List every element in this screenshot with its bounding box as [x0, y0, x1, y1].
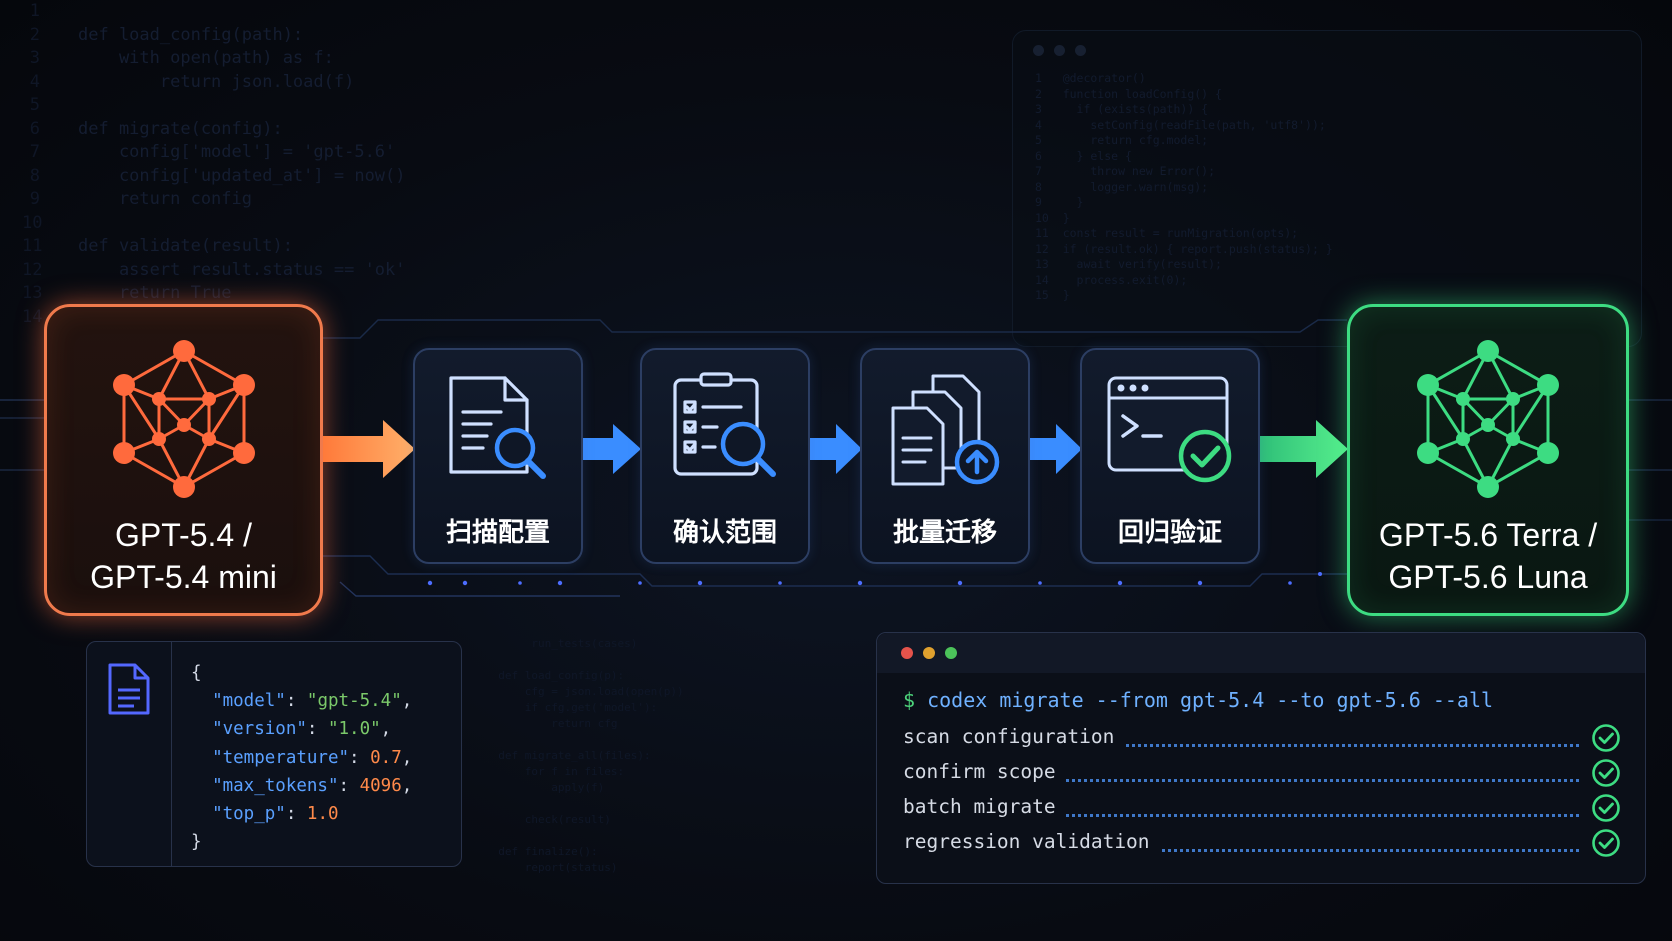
json-colon: : — [285, 691, 307, 712]
json-line: "temperature": 0.7, — [191, 744, 412, 772]
terminal-check-icon — [1107, 376, 1232, 483]
json-value: "1.0" — [327, 719, 381, 740]
target-model-card: GPT-5.6 Terra / GPT-5.6 Luna — [1347, 304, 1629, 616]
json-value: "gpt-5.4" — [306, 691, 402, 712]
terminal-command-text: codex migrate --from gpt-5.4 --to gpt-5.… — [927, 688, 1494, 712]
step-scan-config: 扫描配置 — [413, 348, 583, 564]
arrow-validate-to-target — [1260, 420, 1348, 478]
neural-network-icon — [112, 340, 255, 498]
config-json: { "model": "gpt-5.4", "version": "1.0", … — [191, 659, 412, 856]
terminal-prompt: $ — [903, 688, 916, 712]
json-comma: , — [380, 719, 392, 740]
json-colon: : — [306, 719, 328, 740]
check-circle-icon — [1592, 724, 1620, 752]
json-comma: , — [401, 747, 413, 768]
file-icon — [108, 663, 150, 715]
json-key: "max_tokens" — [212, 775, 339, 796]
json-colon: : — [349, 747, 371, 768]
json-key: "version" — [212, 719, 307, 740]
json-value: 4096 — [359, 775, 402, 796]
json-key: "temperature" — [212, 747, 350, 768]
arrow-migrate-to-validate — [1028, 424, 1082, 474]
step-2-label: 确认范围 — [672, 518, 777, 548]
step-3-label: 批量迁移 — [892, 518, 997, 548]
step-1-label: 扫描配置 — [445, 518, 550, 548]
json-line: "max_tokens": 4096, — [191, 772, 412, 800]
json-value: 0.7 — [370, 747, 402, 768]
arrow-source-to-scan — [323, 420, 415, 478]
json-comma: , — [401, 775, 413, 796]
json-line: "version": "1.0", — [191, 715, 412, 743]
arrow-scan-to-confirm — [583, 424, 641, 474]
json-line: { — [191, 659, 412, 687]
terminal-command: $ codex migrate --from gpt-5.4 --to gpt-… — [903, 688, 1493, 712]
json-key: "model" — [212, 691, 286, 712]
json-colon: : — [285, 804, 307, 825]
minimize-dot[interactable] — [923, 647, 935, 659]
target-model-line1: GPT-5.6 Terra / — [1378, 517, 1598, 553]
files-upload-icon — [891, 374, 1000, 486]
json-line: } — [191, 828, 412, 856]
source-model-line1: GPT-5.4 / — [115, 517, 252, 553]
check-circle-icon — [1592, 794, 1620, 822]
json-close-brace: } — [191, 832, 202, 853]
source-model-line2: GPT-5.4 mini — [90, 559, 277, 595]
terminal-task-row: scan configuration — [903, 723, 1621, 753]
step-batch-migrate: 批量迁移 — [860, 348, 1030, 564]
source-model-card: GPT-5.4 / GPT-5.4 mini — [44, 304, 323, 616]
json-value: 1.0 — [306, 804, 339, 825]
maximize-dot[interactable] — [945, 647, 957, 659]
close-dot[interactable] — [901, 647, 913, 659]
document-search-icon — [449, 376, 546, 479]
checklist-search-icon — [673, 372, 776, 477]
json-comma: , — [401, 691, 413, 712]
config-file-card: { "model": "gpt-5.4", "version": "1.0", … — [86, 641, 462, 867]
step-confirm-scope: 确认范围 — [640, 348, 810, 564]
terminal-task-label: scan configuration — [903, 725, 1125, 748]
terminal-task-label: batch migrate — [903, 795, 1066, 818]
check-circle-icon — [1592, 759, 1620, 787]
json-line: "top_p": 1.0 — [191, 800, 412, 828]
json-open-brace: { — [191, 663, 202, 683]
json-colon: : — [338, 775, 360, 796]
neural-network-icon — [1417, 340, 1559, 498]
file-card-divider — [171, 642, 172, 866]
terminal-task-row: confirm scope — [903, 758, 1621, 788]
migration-diagram: 1 2 3 4 5 6 7 8 9 10 11 12 13 14 def load_config(path… — [0, 0, 1672, 941]
target-model-label: GPT-5.6 Terra / GPT-5.6 Luna — [1350, 514, 1626, 598]
terminal-task-row: regression validation — [903, 828, 1621, 858]
target-model-line2: GPT-5.6 Luna — [1388, 559, 1588, 595]
step-regression-validation: 回归验证 — [1080, 348, 1260, 564]
terminal-task-row: batch migrate — [903, 793, 1621, 823]
terminal-task-label: confirm scope — [903, 760, 1066, 783]
terminal-title-bar — [877, 633, 1645, 673]
terminal-window: $ codex migrate --from gpt-5.4 --to gpt-… — [876, 632, 1646, 884]
source-model-label: GPT-5.4 / GPT-5.4 mini — [47, 514, 320, 598]
json-line: "model": "gpt-5.4", — [191, 687, 412, 715]
check-circle-icon — [1592, 829, 1620, 857]
arrow-confirm-to-migrate — [810, 424, 862, 474]
step-4-label: 回归验证 — [1117, 518, 1222, 548]
json-key: "top_p" — [212, 804, 286, 825]
terminal-task-label: regression validation — [903, 830, 1160, 853]
